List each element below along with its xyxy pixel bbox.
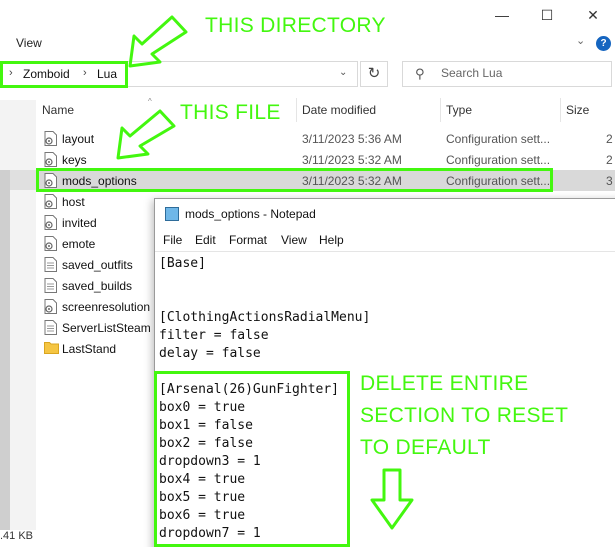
arrow-to-directory-icon	[128, 15, 188, 68]
arrow-down-icon	[370, 468, 414, 530]
arrow-to-file-icon	[116, 109, 176, 160]
annotation-arrows	[116, 15, 414, 530]
